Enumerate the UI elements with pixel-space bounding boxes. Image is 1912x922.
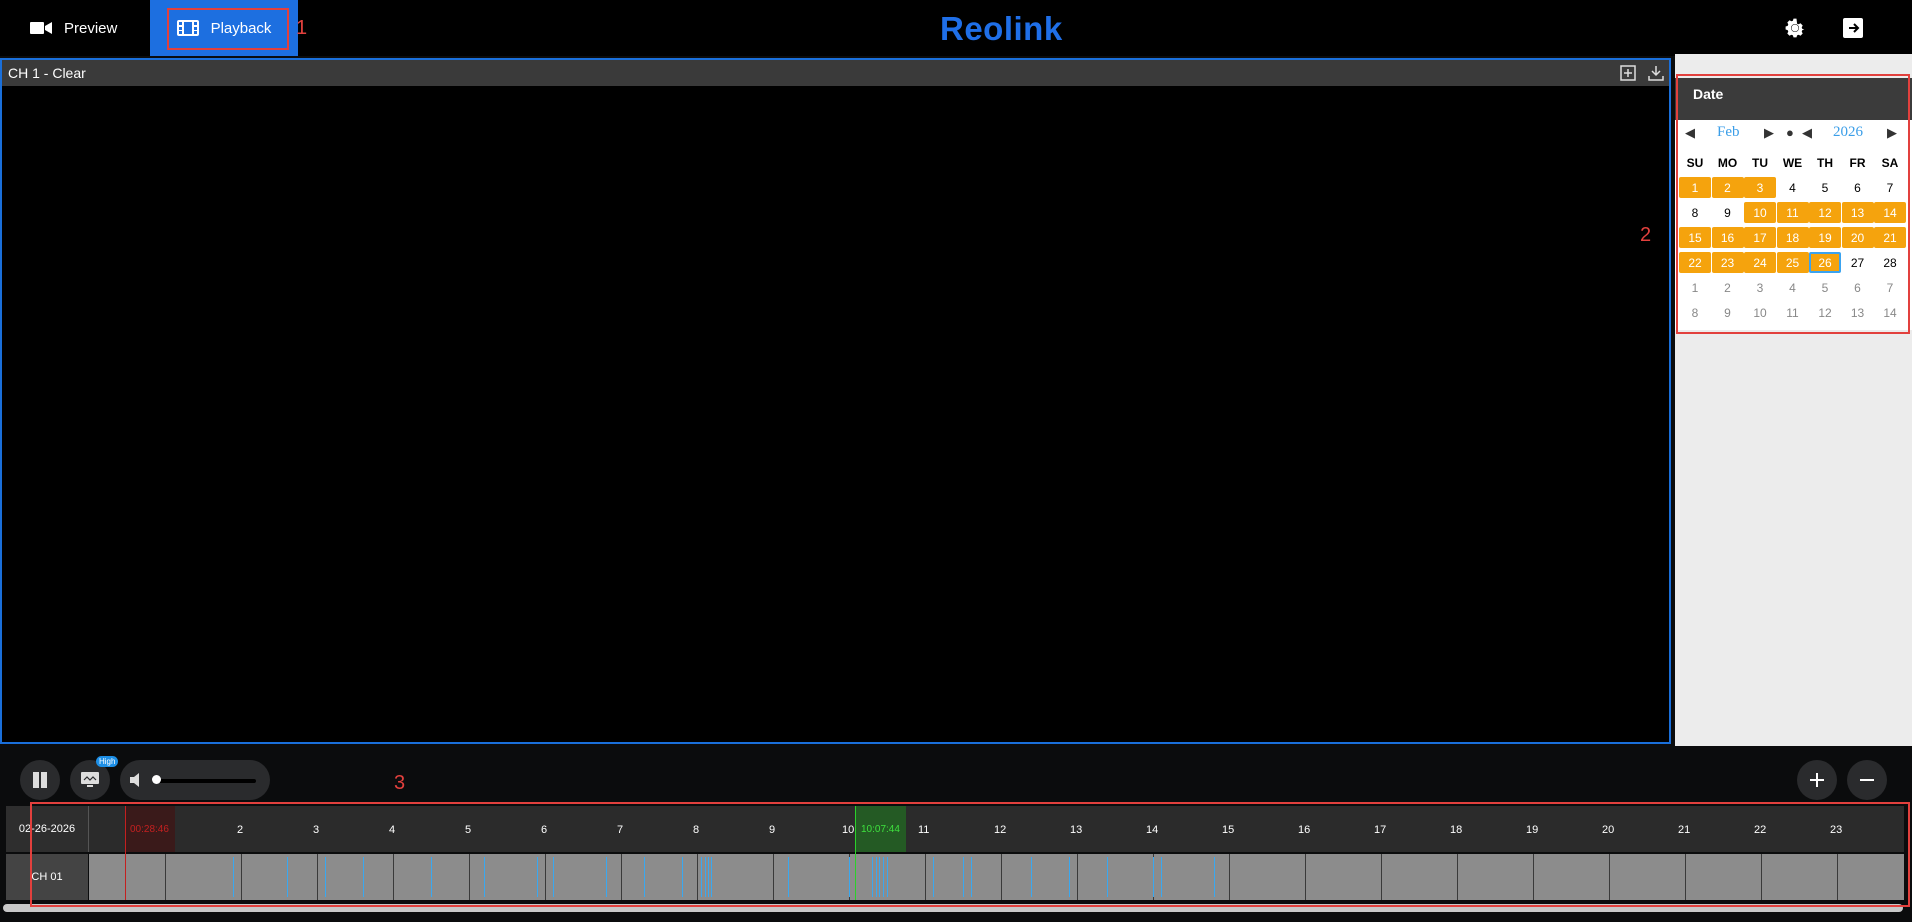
- volume-control[interactable]: [120, 760, 270, 800]
- tab-preview-label: Preview: [64, 19, 118, 37]
- annotation-number-3: 3: [394, 772, 406, 794]
- stream-quality-icon: [81, 772, 99, 787]
- zoom-out-button[interactable]: [1847, 760, 1887, 800]
- annotation-box-1: [167, 8, 289, 50]
- video-header: CH 1 - Clear: [2, 60, 1669, 86]
- stream-quality-badge: High: [96, 756, 119, 767]
- pause-button[interactable]: [20, 760, 60, 800]
- zoom-in-icon: [1810, 773, 1824, 787]
- channel-title: CH 1 - Clear: [8, 65, 86, 81]
- download-icon[interactable]: [1647, 64, 1665, 82]
- zoom-out-icon: [1860, 779, 1874, 781]
- annotation-number-2: 2: [1640, 224, 1652, 246]
- zoom-in-button[interactable]: [1797, 760, 1837, 800]
- top-nav-bar: Preview Playback 1 Reolink: [0, 0, 1912, 56]
- volume-slider-track[interactable]: [156, 779, 256, 783]
- video-camera-icon: [30, 22, 52, 34]
- pause-icon: [33, 772, 47, 788]
- video-player[interactable]: CH 1 - Clear: [0, 58, 1671, 744]
- annotation-box-2: [1676, 74, 1910, 334]
- tab-preview[interactable]: Preview: [30, 0, 117, 56]
- annotation-box-3: [30, 802, 1910, 907]
- volume-icon[interactable]: [130, 772, 144, 788]
- logout-icon[interactable]: [1841, 16, 1865, 40]
- annotation-number-1: 1: [296, 17, 308, 39]
- gear-icon[interactable]: [1783, 16, 1807, 40]
- volume-slider-handle[interactable]: [152, 775, 161, 784]
- brand-logo: Reolink: [940, 10, 1063, 47]
- fullscreen-icon[interactable]: [1619, 64, 1637, 82]
